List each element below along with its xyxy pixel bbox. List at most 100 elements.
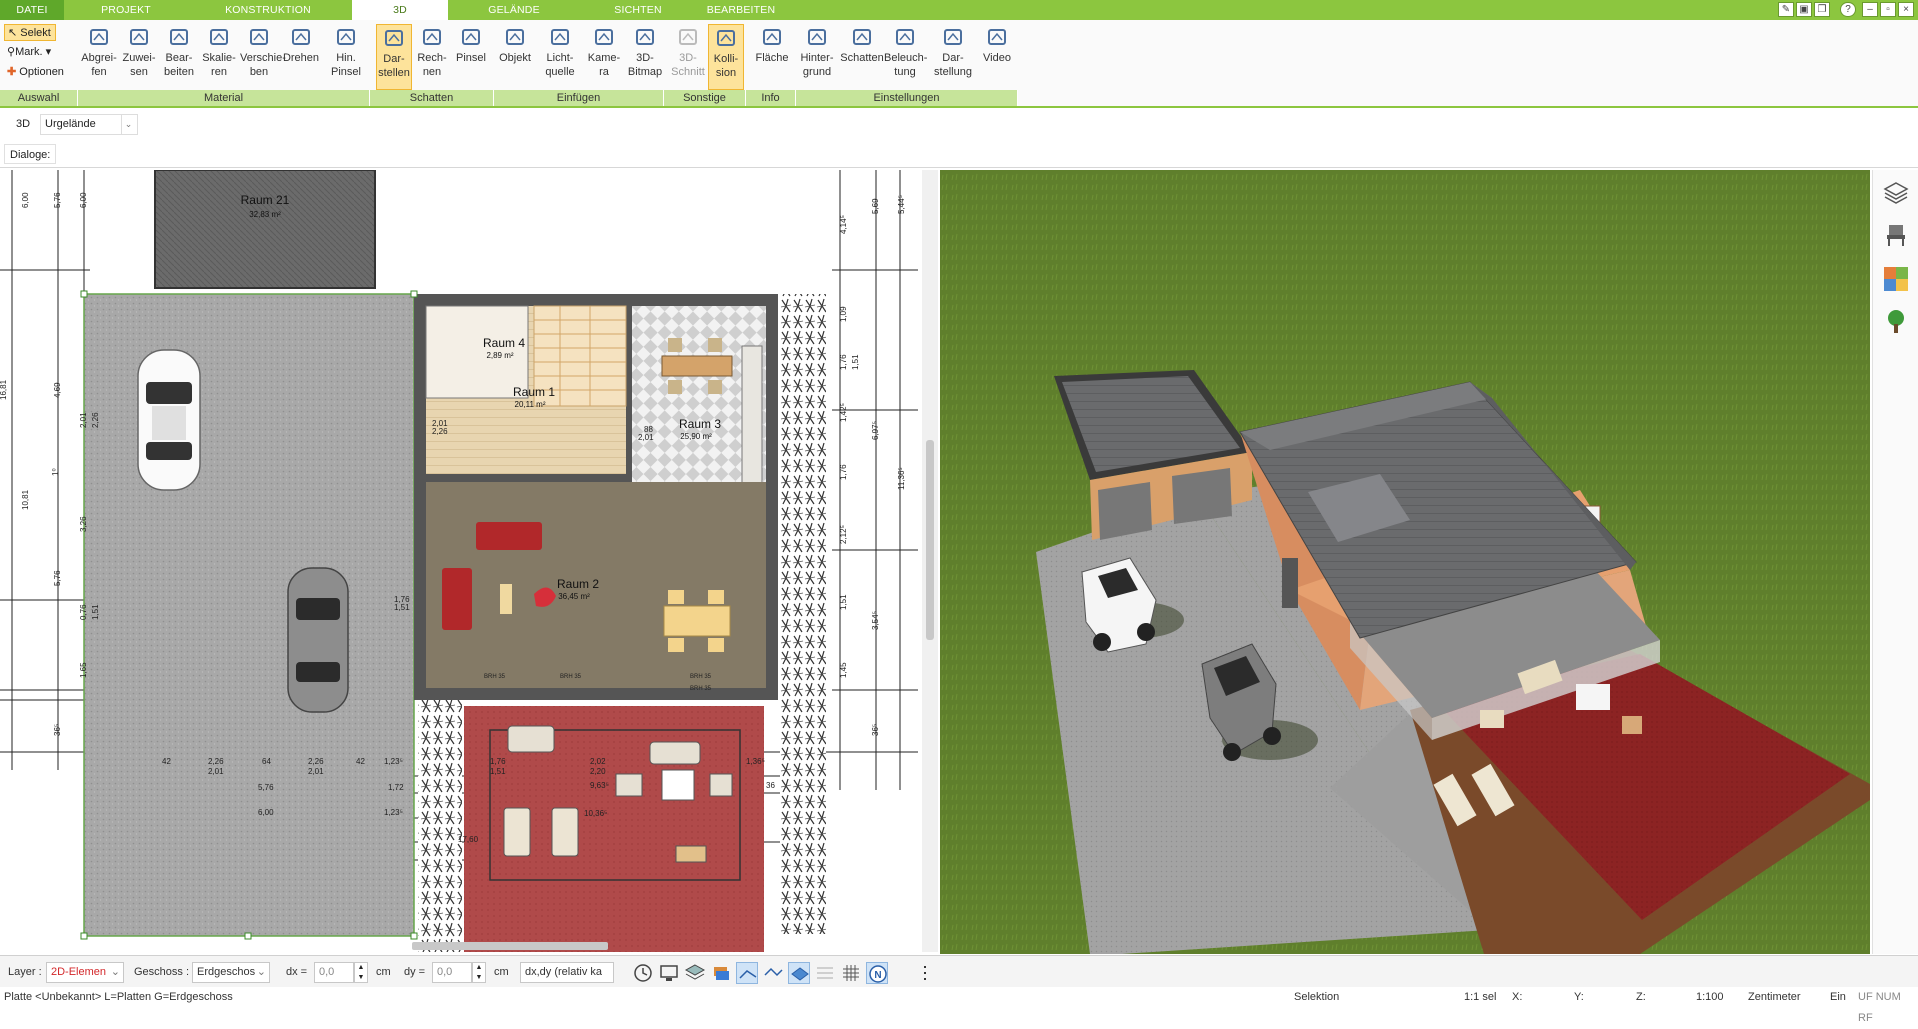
window-icon[interactable]: ❐ (1814, 2, 1830, 17)
ribbon-button-9[interactable]: Pinsel (452, 24, 490, 90)
ribbon-button-15[interactable]: Kolli-sion (708, 24, 744, 90)
dy-input[interactable]: 0,0 (432, 962, 472, 983)
plan-vertical-scrollbar[interactable] (926, 440, 934, 640)
optionen-button[interactable]: ✚ Optionen (4, 64, 78, 81)
status-flags: UF NUM RF (1858, 991, 1901, 1024)
ribbon-button-16[interactable]: Fläche (752, 24, 792, 90)
layers-toggle-icon[interactable] (684, 962, 706, 984)
grid-icon[interactable] (840, 962, 862, 984)
floor-plan-canvas[interactable]: Raum 21 32,83 m² Raum 4 2,89 m² Raum 1 2… (0, 170, 938, 952)
svg-text:1,23⁵: 1,23⁵ (384, 757, 403, 766)
dialoge-label[interactable]: Dialoge: (4, 144, 57, 164)
tab-sichten[interactable]: SICHTEN (580, 0, 696, 20)
tab-konstruktion[interactable]: KONSTRUKTION (188, 0, 348, 20)
floor-plan-2d[interactable]: Raum 21 32,83 m² Raum 4 2,89 m² Raum 1 2… (0, 170, 938, 952)
ribbon-button-0[interactable]: Abgrei-fen (80, 24, 118, 90)
ribbon-button-19[interactable]: Beleuch-tung (884, 24, 928, 90)
ribbon-button-10[interactable]: Objekt (494, 24, 536, 90)
ribbon-label: ren (211, 66, 227, 78)
svg-text:17,60: 17,60 (458, 835, 479, 844)
dy-label: dy = (404, 966, 426, 978)
svg-text:1,09: 1,09 (839, 306, 848, 322)
monitor-icon[interactable] (658, 962, 680, 984)
car-white-topview[interactable] (137, 349, 201, 491)
help-icon[interactable]: ? (1840, 2, 1856, 17)
mark-button[interactable]: ⚲Mark. ▾ (4, 44, 66, 61)
clock-icon[interactable] (632, 962, 654, 984)
dx-input[interactable]: 0,0 (314, 962, 354, 983)
chevron-down-icon: ⌄ (110, 966, 120, 978)
view-3d-canvas[interactable] (940, 170, 1870, 954)
restore-icon[interactable]: ▣ (1796, 2, 1812, 17)
bottom-toolbar: Layer : 2D-Elemen ⌄ Geschoss : Erdgeschos… (0, 955, 1918, 987)
view-bar: 3D Urgelände ⌄ (0, 112, 1918, 138)
driveway-paving[interactable] (83, 293, 415, 937)
view-splitter[interactable] (922, 170, 938, 952)
snap-wall-icon[interactable] (762, 962, 784, 984)
tab-datei[interactable]: DATEI (0, 0, 64, 20)
maximize-icon[interactable]: ▫ (1880, 2, 1896, 17)
plan-horizontal-scrollbar[interactable] (412, 942, 608, 950)
ribbon-button-2[interactable]: Bear-beiten (160, 24, 198, 90)
stack-icon[interactable] (710, 962, 732, 984)
snap-line-icon[interactable] (736, 962, 758, 984)
terrain-select[interactable]: Urgelände ⌄ (40, 114, 138, 135)
dy-unit: cm (494, 966, 509, 978)
ribbon-label: Beleuch- (884, 52, 928, 64)
tab-bearbeiten[interactable]: BEARBEITEN (696, 0, 786, 20)
materials-icon[interactable] (1883, 266, 1909, 292)
ribbon-button-13[interactable]: 3D- Bitmap (626, 24, 664, 90)
group-info: Info (746, 90, 796, 106)
view-3d[interactable] (940, 170, 1870, 954)
close-icon[interactable]: × (1898, 2, 1914, 17)
ribbon-label: Bear- (165, 52, 193, 64)
ribbon-label: Zuwei- (122, 52, 156, 64)
room-3-name: Raum 3 (679, 417, 721, 431)
garage-room-21[interactable] (154, 170, 376, 289)
ribbon-button-8[interactable]: Rech-nen (414, 24, 450, 90)
ribbon-button-21[interactable]: Video (978, 24, 1016, 90)
ribbon-button-18[interactable]: Schatten (840, 24, 884, 90)
svg-text:2,26: 2,26 (208, 757, 224, 766)
ribbon-button-1[interactable]: Zuwei-sen (120, 24, 158, 90)
more-options-icon[interactable] (914, 962, 936, 984)
north-icon[interactable]: N (866, 962, 888, 984)
svg-text:1,36⁵: 1,36⁵ (746, 757, 765, 766)
kitchen-counter[interactable] (741, 345, 763, 487)
ribbon-button-14[interactable]: 3D- Schnitt (670, 24, 706, 90)
ribbon-button-20[interactable]: Dar-stellung (932, 24, 974, 90)
snap-grid-fine-icon[interactable] (814, 962, 836, 984)
tab-gelaende[interactable]: GELÄNDE (448, 0, 580, 20)
ribbon-button-5[interactable]: Drehen (280, 24, 322, 90)
car-grey-topview[interactable] (287, 567, 349, 713)
ribbon-button-12[interactable]: Kame-ra (584, 24, 624, 90)
chair-icon[interactable] (1883, 222, 1909, 248)
dy-spinner[interactable]: ▲ ▼ (472, 962, 486, 983)
svg-text:1,51: 1,51 (851, 354, 860, 370)
ribbon-label: Fläche (755, 52, 789, 64)
selekt-button[interactable]: ↖ Selekt (4, 24, 56, 41)
ribbon-button-4[interactable]: Verschie-ben (240, 24, 286, 90)
snap-plane-icon[interactable] (788, 962, 810, 984)
layer-select[interactable]: 2D-Elemen ⌄ (46, 962, 124, 983)
status-object-info: Platte <Unbekannt> L=Platten G=Erdgescho… (4, 991, 233, 1003)
geschoss-select[interactable]: Erdgeschos ⌄ (192, 962, 270, 983)
pin-icon[interactable]: ✎ (1778, 2, 1794, 17)
tab-projekt[interactable]: PROJEKT (64, 0, 188, 20)
layers-icon[interactable] (1883, 180, 1909, 206)
ribbon-button-11[interactable]: Licht-quelle (540, 24, 580, 90)
hedge-right (780, 294, 826, 934)
coord-mode-select[interactable]: dx,dy (relativ ka (520, 962, 614, 983)
plant-icon[interactable] (1883, 308, 1909, 334)
svg-text:9,63⁵: 9,63⁵ (590, 781, 609, 790)
ribbon-button-7[interactable]: Dar-stellen (376, 24, 412, 90)
svg-text:5,76: 5,76 (53, 570, 62, 586)
minimize-icon[interactable]: – (1862, 2, 1878, 17)
hedge-left (418, 700, 462, 952)
tab-3d[interactable]: 3D (352, 0, 448, 20)
dx-spinner[interactable]: ▲ ▼ (354, 962, 368, 983)
ribbon-button-6[interactable]: Hin. Pinsel (326, 24, 366, 90)
svg-text:2,12⁵: 2,12⁵ (839, 525, 848, 544)
ribbon-button-3[interactable]: Skalie-ren (200, 24, 238, 90)
ribbon-button-17[interactable]: Hinter-grund (796, 24, 838, 90)
